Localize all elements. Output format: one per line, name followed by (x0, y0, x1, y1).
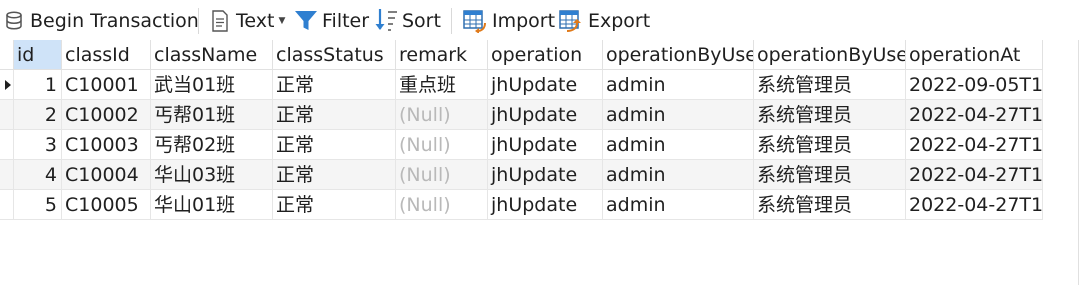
cell-operationat[interactable]: 2022-09-05T16 (906, 70, 1043, 100)
row-indicator-header (0, 40, 14, 70)
vertical-scrollbar-edge (1078, 40, 1079, 285)
column-header-remark[interactable]: remark (396, 40, 488, 70)
cell-operationat[interactable]: 2022-04-27T19 (906, 100, 1043, 130)
cell-classid[interactable]: C10005 (62, 190, 151, 220)
row-indicator[interactable] (0, 130, 14, 160)
cell-operationbyuser[interactable]: 系统管理员 (754, 190, 906, 220)
row-indicator[interactable] (0, 160, 14, 190)
column-header-operationbyuser[interactable]: operationByUser (754, 40, 906, 70)
column-header-classstatus[interactable]: classStatus (273, 40, 396, 70)
cell-classstatus[interactable]: 正常 (273, 190, 396, 220)
cell-classid[interactable]: C10002 (62, 100, 151, 130)
export-button[interactable]: Export (559, 8, 650, 34)
cell-operation[interactable]: jhUpdate (488, 70, 603, 100)
cell-classname[interactable]: 丐帮01班 (151, 100, 273, 130)
import-button[interactable]: Import (463, 8, 555, 34)
cell-operationat[interactable]: 2022-04-27T19 (906, 160, 1043, 190)
table-row[interactable]: 3 C10003 丐帮02班 正常 (Null) jhUpdate admin … (0, 130, 1043, 160)
cell-operationbyuserid[interactable]: admin (603, 160, 754, 190)
toolbar-divider (451, 8, 452, 34)
row-indicator[interactable] (0, 70, 14, 100)
cell-operationbyuserid[interactable]: admin (603, 100, 754, 130)
cell-classstatus[interactable]: 正常 (273, 100, 396, 130)
text-view-label: Text (236, 10, 275, 32)
cell-remark[interactable]: (Null) (396, 130, 488, 160)
cell-operation[interactable]: jhUpdate (488, 190, 603, 220)
cell-classname[interactable]: 武当01班 (151, 70, 273, 100)
cell-id[interactable]: 4 (14, 160, 62, 190)
cell-remark[interactable]: (Null) (396, 190, 488, 220)
table-header: id classId className classStatus remark … (0, 40, 1043, 70)
column-header-classname[interactable]: className (151, 40, 273, 70)
table-row[interactable]: 1 C10001 武当01班 正常 重点班 jhUpdate admin 系统管… (0, 70, 1043, 100)
cell-operation[interactable]: jhUpdate (488, 160, 603, 190)
text-document-icon (212, 10, 228, 32)
cell-classname[interactable]: 华山03班 (151, 160, 273, 190)
database-icon (6, 11, 22, 30)
filter-button[interactable]: Filter (294, 8, 369, 34)
cell-id[interactable]: 2 (14, 100, 62, 130)
cell-classname[interactable]: 丐帮02班 (151, 130, 273, 160)
cell-operationbyuser[interactable]: 系统管理员 (754, 70, 906, 100)
current-row-arrow-icon (5, 80, 11, 90)
toolbar-divider (198, 8, 199, 34)
import-table-icon (463, 10, 486, 33)
cell-operationbyuser[interactable]: 系统管理员 (754, 160, 906, 190)
cell-id[interactable]: 1 (14, 70, 62, 100)
cell-classid[interactable]: C10003 (62, 130, 151, 160)
cell-operation[interactable]: jhUpdate (488, 130, 603, 160)
cell-classname[interactable]: 华山01班 (151, 190, 273, 220)
cell-operation[interactable]: jhUpdate (488, 100, 603, 130)
import-label: Import (492, 10, 556, 32)
export-label: Export (588, 10, 651, 32)
column-header-classid[interactable]: classId (62, 40, 151, 70)
filter-icon (295, 11, 317, 30)
cell-remark[interactable]: (Null) (396, 160, 488, 190)
cell-operationbyuser[interactable]: 系统管理员 (754, 130, 906, 160)
cell-id[interactable]: 5 (14, 190, 62, 220)
column-header-operationbyuserid[interactable]: operationByUserId (603, 40, 754, 70)
begin-transaction-button[interactable]: Begin Transaction (4, 8, 199, 34)
column-header-operation[interactable]: operation (488, 40, 603, 70)
column-header-operationat[interactable]: operationAt (906, 40, 1043, 70)
filter-label: Filter (322, 10, 370, 32)
cell-operationat[interactable]: 2022-04-27T19 (906, 130, 1043, 160)
cell-operationbyuserid[interactable]: admin (603, 70, 754, 100)
row-indicator[interactable] (0, 100, 14, 130)
sort-button[interactable]: Sort (374, 8, 441, 34)
table-row[interactable]: 2 C10002 丐帮01班 正常 (Null) jhUpdate admin … (0, 100, 1043, 130)
toolbar: Begin Transaction Text ▼ Filter Sort Imp… (0, 0, 1081, 40)
sort-icon (375, 9, 397, 31)
cell-id[interactable]: 3 (14, 130, 62, 160)
cell-classstatus[interactable]: 正常 (273, 160, 396, 190)
row-indicator[interactable] (0, 190, 14, 220)
begin-transaction-label: Begin Transaction (30, 10, 199, 32)
cell-remark[interactable]: 重点班 (396, 70, 488, 100)
cell-classid[interactable]: C10001 (62, 70, 151, 100)
export-table-icon (559, 10, 581, 32)
cell-classstatus[interactable]: 正常 (273, 130, 396, 160)
cell-operationbyuserid[interactable]: admin (603, 130, 754, 160)
table-row[interactable]: 4 C10004 华山03班 正常 (Null) jhUpdate admin … (0, 160, 1043, 190)
sort-label: Sort (402, 10, 441, 32)
cell-operationat[interactable]: 2022-04-27T19 (906, 190, 1043, 220)
cell-operationbyuserid[interactable]: admin (603, 190, 754, 220)
column-header-id[interactable]: id (14, 40, 62, 70)
table-row[interactable]: 5 C10005 华山01班 正常 (Null) jhUpdate admin … (0, 190, 1043, 220)
cell-classstatus[interactable]: 正常 (273, 70, 396, 100)
cell-operationbyuser[interactable]: 系统管理员 (754, 100, 906, 130)
text-view-button[interactable]: Text ▼ (210, 8, 285, 34)
cell-classid[interactable]: C10004 (62, 160, 151, 190)
cell-remark[interactable]: (Null) (396, 100, 488, 130)
chevron-down-icon: ▼ (278, 16, 286, 26)
